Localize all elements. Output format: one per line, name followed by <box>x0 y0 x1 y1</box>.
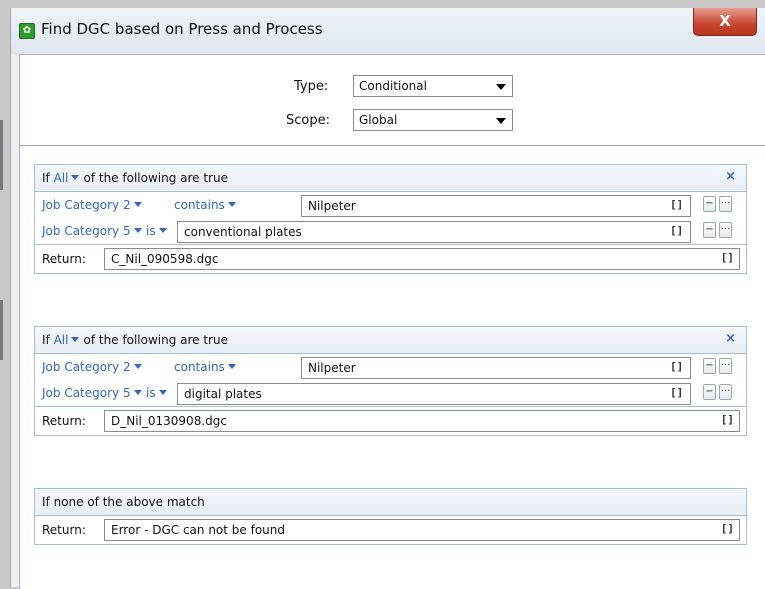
remove-condition-button[interactable]: − <box>703 196 716 212</box>
title-bar[interactable]: ✿ Find DGC based on Press and Process X <box>11 8 765 54</box>
app-gear-icon: ✿ <box>19 23 35 39</box>
rule-header: If All of the following are true × <box>35 327 746 354</box>
dialog-window: ✿ Find DGC based on Press and Process X … <box>10 8 765 589</box>
condition-operator-dropdown[interactable]: contains <box>174 360 240 374</box>
return-value-input[interactable]: D_Nil_0130908.dgc <box>104 410 740 432</box>
fallback-card: If none of the above match Return: Error… <box>34 488 747 545</box>
caret-down-icon <box>133 364 142 369</box>
type-label: Type: <box>294 79 329 94</box>
remove-condition-button[interactable]: − <box>703 222 716 238</box>
condition-row: Job Category 2 contains Nilpeter [] − ··… <box>35 354 746 380</box>
quantifier-dropdown[interactable]: All <box>54 333 84 347</box>
fallback-header-text: If none of the above match <box>42 495 205 509</box>
rule-if-label: If <box>42 333 50 347</box>
variable-brackets-icon[interactable]: [] <box>670 221 683 241</box>
rule-header-text: of the following are true <box>83 171 228 185</box>
fallback-header: If none of the above match <box>35 489 746 516</box>
variable-brackets-icon[interactable]: [] <box>721 248 734 268</box>
return-row: Return: Error - DGC can not be found [] <box>35 516 746 544</box>
type-value: Conditional <box>359 79 427 93</box>
scope-dropdown[interactable]: Global <box>353 109 513 131</box>
condition-row: Job Category 5 is digital plates [] − ··… <box>35 380 746 406</box>
condition-operator-dropdown[interactable]: is <box>146 386 171 400</box>
return-label: Return: <box>42 414 86 428</box>
type-dropdown[interactable]: Conditional <box>353 75 513 97</box>
condition-row: Job Category 5 is conventional plates []… <box>35 218 746 244</box>
remove-rule-icon[interactable]: × <box>725 169 736 184</box>
condition-value-input[interactable]: digital plates <box>177 383 691 405</box>
caret-down-icon <box>158 228 167 233</box>
rule-if-label: If <box>42 171 50 185</box>
rule-header-text: of the following are true <box>83 333 228 347</box>
rules-panel: If All of the following are true × Job Ca… <box>20 145 765 589</box>
return-value-input[interactable]: Error - DGC can not be found <box>104 519 740 541</box>
remove-rule-icon[interactable]: × <box>725 331 736 346</box>
condition-operator-dropdown[interactable]: is <box>146 224 171 238</box>
condition-value-input[interactable]: conventional plates <box>177 221 691 243</box>
more-options-button[interactable]: ··· <box>719 358 732 374</box>
caret-down-icon <box>158 390 167 395</box>
rule-card: If All of the following are true × Job Ca… <box>34 326 747 436</box>
variable-brackets-icon[interactable]: [] <box>721 519 734 539</box>
return-row: Return: D_Nil_0130908.dgc [] <box>35 406 746 435</box>
remove-condition-button[interactable]: − <box>703 384 716 400</box>
return-label: Return: <box>42 523 86 537</box>
rule-card: If All of the following are true × Job Ca… <box>34 164 747 274</box>
close-button[interactable]: X <box>693 8 757 36</box>
variable-brackets-icon[interactable]: [] <box>670 383 683 403</box>
more-options-button[interactable]: ··· <box>719 384 732 400</box>
chevron-down-icon <box>496 118 506 124</box>
caret-down-icon <box>133 390 142 395</box>
condition-field-dropdown[interactable]: Job Category 5 <box>42 386 146 400</box>
condition-field-dropdown[interactable]: Job Category 5 <box>42 224 146 238</box>
condition-operator-dropdown[interactable]: contains <box>174 198 240 212</box>
more-options-button[interactable]: ··· <box>719 222 732 238</box>
scope-value: Global <box>359 113 398 127</box>
dialog-content: Type: Conditional Scope: Global If All of… <box>19 54 765 589</box>
variable-brackets-icon[interactable]: [] <box>721 410 734 430</box>
variable-brackets-icon[interactable]: [] <box>670 357 683 377</box>
caret-down-icon <box>133 202 142 207</box>
quantifier-dropdown[interactable]: All <box>54 171 84 185</box>
scope-label: Scope: <box>286 113 330 128</box>
caret-down-icon <box>71 175 80 180</box>
caret-down-icon <box>227 364 236 369</box>
caret-down-icon <box>71 337 80 342</box>
window-title: Find DGC based on Press and Process <box>41 20 323 38</box>
variable-brackets-icon[interactable]: [] <box>670 195 683 215</box>
condition-field-dropdown[interactable]: Job Category 2 <box>42 198 146 212</box>
caret-down-icon <box>227 202 236 207</box>
rule-header: If All of the following are true × <box>35 165 746 192</box>
condition-row: Job Category 2 contains Nilpeter [] − ··… <box>35 192 746 218</box>
condition-value-input[interactable]: Nilpeter <box>301 357 691 379</box>
more-options-button[interactable]: ··· <box>719 196 732 212</box>
remove-condition-button[interactable]: − <box>703 358 716 374</box>
return-row: Return: C_Nil_090598.dgc [] <box>35 244 746 273</box>
condition-value-input[interactable]: Nilpeter <box>301 195 691 217</box>
return-value-input[interactable]: C_Nil_090598.dgc <box>104 248 740 270</box>
chevron-down-icon <box>496 84 506 90</box>
background-edge <box>0 300 3 360</box>
condition-field-dropdown[interactable]: Job Category 2 <box>42 360 146 374</box>
return-label: Return: <box>42 252 86 266</box>
caret-down-icon <box>133 228 142 233</box>
background-edge <box>0 120 3 190</box>
